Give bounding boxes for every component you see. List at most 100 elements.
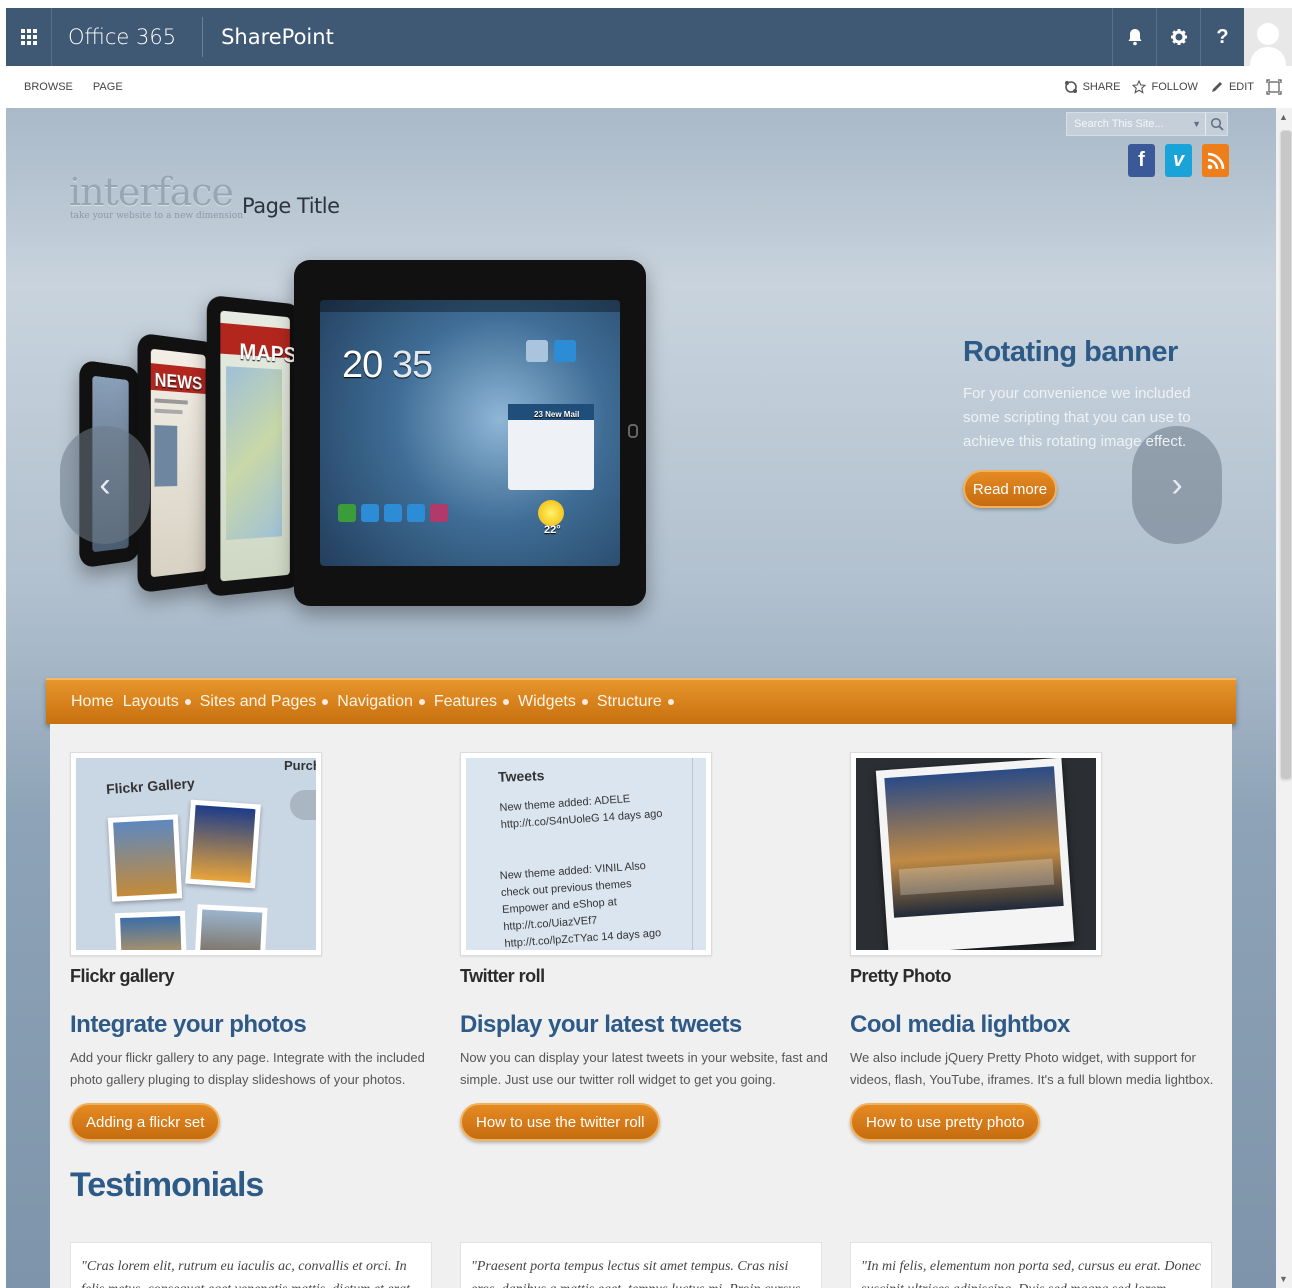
nav-navigation[interactable]: Navigation [337,693,425,711]
follow-button[interactable]: FOLLOW [1132,80,1198,94]
dropdown-dot-icon [322,699,329,705]
edit-label: EDIT [1228,81,1254,93]
nav-label: Features [433,693,498,710]
rss-glyph [1207,152,1224,169]
star-icon [1132,80,1147,94]
feature-body: Now you can display your latest tweets i… [460,1050,828,1087]
settings-button[interactable] [1156,8,1200,66]
vertical-scrollbar[interactable]: ▲ ▼ [1276,108,1292,1288]
new-mail-label: 23 New Mail [534,410,580,419]
nav-label: Layouts [122,693,179,710]
facebook-icon[interactable]: f [1128,144,1155,177]
feature-body: Add your flickr gallery to any page. Int… [70,1050,425,1087]
focus-content-button[interactable] [1266,79,1282,95]
feature-caption: Pretty Photo [850,966,952,986]
feature-flickr: Flickr Gallery Purch Flickr gallery Inte… [70,752,430,1141]
nav-label: Sites and Pages [199,693,317,710]
dropdown-dot-icon [184,699,191,705]
twitter-roll-howto-button[interactable]: How to use the twitter roll [460,1103,661,1141]
nav-label: Structure [596,693,662,710]
search-icon [1210,117,1224,131]
tab-page[interactable]: PAGE [93,81,123,93]
feature-body: We also include jQuery Pretty Photo widg… [850,1050,1214,1087]
nav-layouts[interactable]: Layouts [123,693,191,711]
search-input[interactable]: Search This Site... [1074,118,1164,130]
feature-heading: Cool media lightbox [850,1011,1070,1038]
suite-bar: Office 365 SharePoint ? [6,8,1292,66]
feature-heading: Integrate your photos [70,1011,307,1038]
pretty-photo-howto-button[interactable]: How to use pretty photo [850,1103,1041,1141]
feature-prettyphoto: Pretty Photo Cool media lightbox We also… [850,752,1213,1141]
tab-browse[interactable]: BROWSE [24,81,73,93]
page-title: Page Title [242,194,340,218]
share-button[interactable]: SHARE [1064,80,1121,94]
main-content: Flickr Gallery Purch Flickr gallery Inte… [50,724,1232,1288]
banner-text: For your convenience we included some sc… [963,385,1191,450]
nav-structure[interactable]: Structure [597,693,674,711]
pretty-photo-thumbnail[interactable] [850,752,1102,956]
sharepoint-app-title[interactable]: SharePoint [203,25,1112,49]
person-icon [1250,23,1286,66]
scroll-up-icon[interactable]: ▲ [1279,112,1288,122]
bell-icon [1128,29,1141,46]
share-icon [1064,81,1077,93]
notifications-button[interactable] [1112,8,1156,66]
scroll-down-icon[interactable]: ▼ [1279,1274,1288,1284]
testimonial-quote: "In mi felis, elementum non porta sed, c… [850,1242,1212,1288]
edit-button[interactable]: EDIT [1210,80,1254,94]
carousel-prev-button[interactable]: ‹ [60,426,150,544]
app-launcher-button[interactable] [6,8,52,66]
news-label: NEWS [154,369,203,394]
tweet-2: New theme added: VINIL Also check out pr… [499,860,662,950]
feature-twitter: Tweets New theme added: ADELE http://t.c… [460,752,828,1141]
banner-title: Rotating banner [963,336,1178,368]
top-navigation: Home Layouts Sites and Pages Navigation … [46,678,1236,724]
clock-hour: 20 [342,344,383,386]
nav-features[interactable]: Features [433,693,510,711]
testimonial-quote: "Cras lorem elit, rutrum eu iaculis ac, … [70,1242,432,1288]
search-button[interactable] [1205,113,1227,135]
dropdown-dot-icon [581,699,588,705]
follow-label: FOLLOW [1151,81,1198,93]
feature-caption: Flickr gallery [70,966,175,986]
scrollbar-thumb[interactable] [1280,130,1292,780]
nav-home[interactable]: Home [71,693,114,711]
search-scope-dropdown-icon[interactable]: ▼ [1192,119,1205,129]
nav-widgets[interactable]: Widgets [518,693,588,711]
site-logo[interactable]: interface [69,170,234,214]
read-more-button[interactable]: Read more [963,470,1057,508]
maps-label: MAPS [239,338,297,368]
flickr-gallery-thumbnail[interactable]: Flickr Gallery Purch [70,752,322,956]
feature-caption: Twitter roll [460,966,545,986]
office365-brand[interactable]: Office 365 [52,17,204,57]
testimonials-heading: Testimonials [70,1166,264,1204]
pencil-icon [1211,82,1222,92]
twitter-roll-thumbnail[interactable]: Tweets New theme added: ADELE http://t.c… [460,752,712,956]
nav-label: Widgets [518,693,576,710]
gear-icon [1170,29,1187,45]
page-content-area: Search This Site... ▼ f v interface take… [6,108,1276,1288]
nav-label: Navigation [337,693,413,710]
help-button[interactable]: ? [1200,8,1244,66]
thumb-title: Tweets [497,767,545,785]
thumb-side-text: Purch [284,758,316,773]
site-search-box[interactable]: Search This Site... ▼ [1066,112,1228,136]
waffle-icon [20,29,37,45]
share-label: SHARE [1082,81,1121,93]
feature-heading: Display your latest tweets [460,1011,742,1038]
nav-label: Home [71,693,114,710]
dropdown-dot-icon [667,699,674,705]
thumb-title: Flickr Gallery [105,774,196,798]
vimeo-icon[interactable]: v [1165,144,1192,177]
dropdown-dot-icon [503,699,510,705]
testimonial-quote: "Praesent porta tempus lectus sit amet t… [460,1242,822,1288]
fullscreen-icon [1266,79,1282,95]
nav-sites-and-pages[interactable]: Sites and Pages [200,693,329,711]
temperature-label: 22° [544,524,561,536]
rss-icon[interactable] [1202,144,1229,177]
site-tagline: take your website to a new dimension [70,211,243,221]
tweet-1: New theme added: ADELE http://t.co/S4nUo… [499,793,663,832]
user-avatar[interactable] [1244,8,1292,66]
ribbon: BROWSE PAGE SHARE FOLLOW EDIT [6,66,1292,108]
adding-flickr-set-button[interactable]: Adding a flickr set [70,1103,221,1141]
